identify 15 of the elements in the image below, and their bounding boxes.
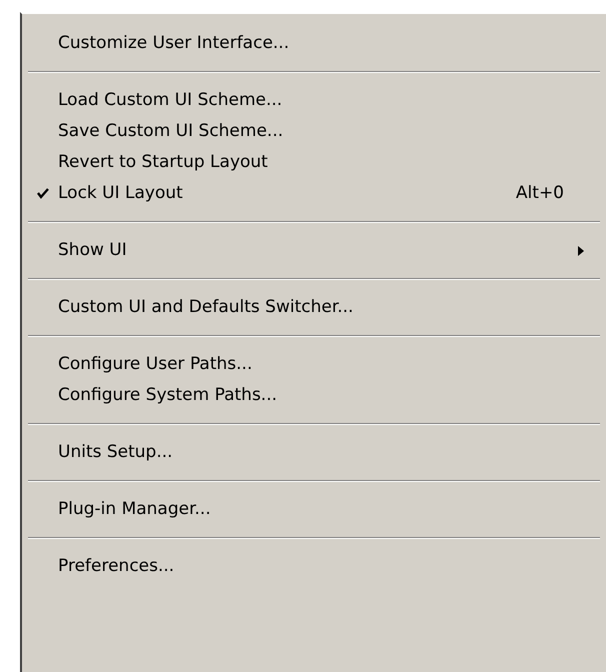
shortcut-text: Alt+0 <box>516 182 564 205</box>
checkmark-icon <box>37 188 49 199</box>
menu-item[interactable]: Plug-in Manager... <box>28 494 600 525</box>
menu-item[interactable]: Save Custom UI Scheme... <box>28 116 600 147</box>
menu-item[interactable]: Units Setup... <box>28 437 600 468</box>
menu-item[interactable]: Revert to Startup Layout <box>28 147 600 178</box>
submenu-arrow-icon <box>578 246 584 256</box>
menu-item[interactable]: Configure System Paths... <box>28 380 600 411</box>
menu-item[interactable]: Load Custom UI Scheme... <box>28 85 600 116</box>
menu-item[interactable]: Preferences... <box>28 551 600 582</box>
menu-item[interactable]: Configure User Paths... <box>28 349 600 380</box>
menu-item[interactable]: Show UI <box>28 235 600 266</box>
menu-item[interactable]: Customize User Interface... <box>28 28 600 59</box>
menu-item[interactable]: Lock UI Layout Alt+0 <box>28 178 600 209</box>
menu-item[interactable]: Custom UI and Defaults Switcher... <box>28 292 600 323</box>
